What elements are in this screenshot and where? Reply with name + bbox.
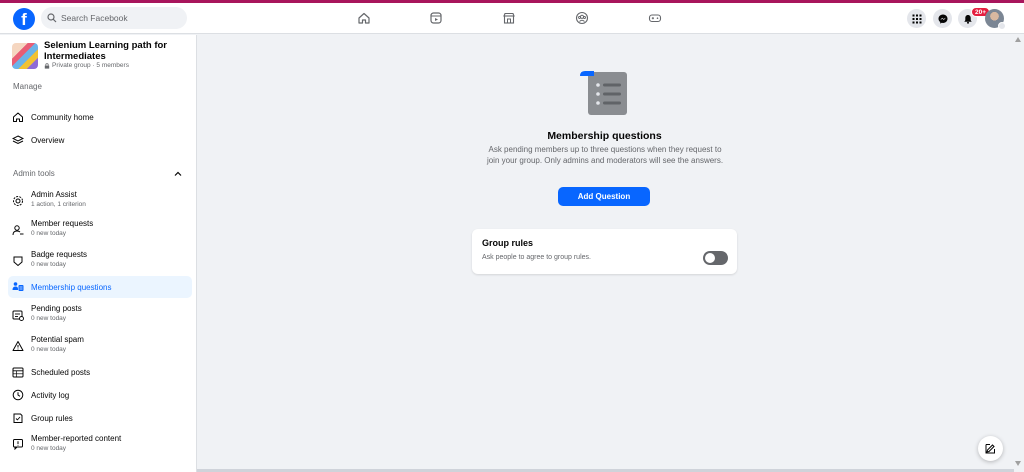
sidebar-item-sublabel: 0 new today: [31, 261, 67, 268]
sidebar-item-label: Potential spam: [31, 335, 84, 344]
sidebar-item-member-requests[interactable]: Member requests 0 new today: [8, 217, 192, 243]
sidebar-item-sublabel: 0 new today: [31, 445, 67, 452]
membership-questions-icon: [12, 281, 24, 293]
messenger-button[interactable]: [933, 9, 952, 28]
sidebar-item-badge-requests[interactable]: Badge requests 0 new today: [8, 248, 192, 274]
sidebar-item-activity-log[interactable]: Activity log: [8, 384, 192, 406]
reported-content-icon: [12, 438, 24, 450]
sidebar-item-label: Activity log: [31, 391, 70, 400]
toggle-knob: [705, 253, 715, 263]
messenger-icon: [938, 14, 947, 24]
facebook-logo[interactable]: f: [13, 8, 35, 30]
scroll-up-arrow-icon[interactable]: [1015, 37, 1021, 42]
membership-questions-illustration-icon: [580, 71, 627, 115]
video-icon[interactable]: [429, 11, 443, 25]
group-title[interactable]: Selenium Learning path for Intermediates: [44, 40, 184, 62]
sidebar-item-member-reported-content[interactable]: Member-reported content 0 new today: [8, 431, 192, 457]
sidebar-item-membership-questions[interactable]: Membership questions: [8, 276, 192, 298]
sidebar-item-sublabel: 1 action, 1 criterion: [31, 201, 86, 208]
search-icon: [47, 13, 57, 23]
sidebar-item-label: Membership questions: [31, 283, 112, 292]
sidebar-item-label: Overview: [31, 136, 65, 145]
compose-icon: [985, 444, 995, 454]
group-privacy-members: Private group · 5 members: [52, 62, 129, 69]
sidebar-item-label: Member-reported content: [31, 434, 122, 443]
calendar-icon: [12, 366, 24, 378]
sidebar-item-label: Pending posts: [31, 304, 82, 313]
pending-posts-icon: [12, 309, 24, 321]
groups-icon[interactable]: [575, 11, 589, 25]
menu-grid-button[interactable]: [907, 9, 926, 28]
admin-sidebar: Selenium Learning path for Intermediates…: [0, 35, 197, 472]
page-title: Membership questions: [547, 130, 662, 142]
sidebar-item-label: Scheduled posts: [31, 368, 91, 377]
sidebar-item-label: Group rules: [31, 414, 73, 423]
admin-assist-icon: [12, 195, 24, 207]
sidebar-item-potential-spam[interactable]: Potential spam 0 new today: [8, 333, 192, 359]
scroll-down-arrow-icon[interactable]: [1015, 461, 1021, 466]
sidebar-item-community-home[interactable]: Community home: [8, 106, 192, 128]
marketplace-icon[interactable]: [502, 11, 516, 25]
group-rules-toggle[interactable]: [703, 251, 728, 265]
top-navigation-bar: f 20+: [0, 3, 1024, 34]
grid-icon: [912, 14, 921, 23]
warning-icon: [12, 340, 24, 352]
account-chevron-icon[interactable]: [998, 22, 1006, 30]
search-input[interactable]: [61, 13, 181, 23]
group-rules-description: Ask people to agree to group rules.: [482, 254, 591, 261]
sidebar-item-label: Member requests: [31, 219, 94, 228]
lock-icon: [44, 62, 50, 69]
home-icon: [12, 111, 24, 123]
sidebar-item-label: Badge requests: [31, 250, 88, 259]
group-cover-thumbnail[interactable]: [12, 43, 38, 69]
page-scrollbar[interactable]: [1014, 35, 1024, 472]
group-rules-title: Group rules: [482, 238, 534, 248]
add-question-button[interactable]: Add Question: [558, 187, 650, 206]
clock-icon: [12, 389, 24, 401]
admin-tools-section-label: Admin tools: [13, 169, 55, 178]
overview-icon: [12, 134, 24, 146]
sidebar-item-sublabel: 0 new today: [31, 315, 67, 322]
home-icon[interactable]: [357, 11, 371, 25]
sidebar-item-admin-assist[interactable]: Admin Assist 1 action, 1 criterion: [8, 188, 192, 214]
sidebar-item-label: Admin Assist: [31, 190, 77, 199]
badge-icon: [12, 255, 24, 267]
sidebar-item-overview[interactable]: Overview: [8, 129, 192, 151]
group-rules-card: Group rules Ask people to agree to group…: [472, 229, 737, 274]
sidebar-item-label: Community home: [31, 113, 94, 122]
sidebar-item-scheduled-posts[interactable]: Scheduled posts: [8, 361, 192, 383]
sidebar-item-sublabel: 0 new today: [31, 230, 67, 237]
sidebar-item-group-rules[interactable]: Group rules: [8, 407, 192, 429]
group-meta: Private group · 5 members: [44, 62, 129, 69]
manage-section-label: Manage: [13, 82, 42, 91]
sidebar-item-sublabel: 0 new today: [31, 346, 67, 353]
member-requests-icon: [12, 224, 24, 236]
sidebar-item-pending-posts[interactable]: Pending posts 0 new today: [8, 302, 192, 328]
search-box[interactable]: [41, 7, 187, 29]
new-message-button[interactable]: [978, 436, 1003, 461]
page-description: Ask pending members up to three question…: [486, 145, 724, 165]
gaming-icon[interactable]: [648, 11, 662, 25]
rules-icon: [12, 412, 24, 424]
chevron-up-icon[interactable]: [173, 169, 183, 179]
